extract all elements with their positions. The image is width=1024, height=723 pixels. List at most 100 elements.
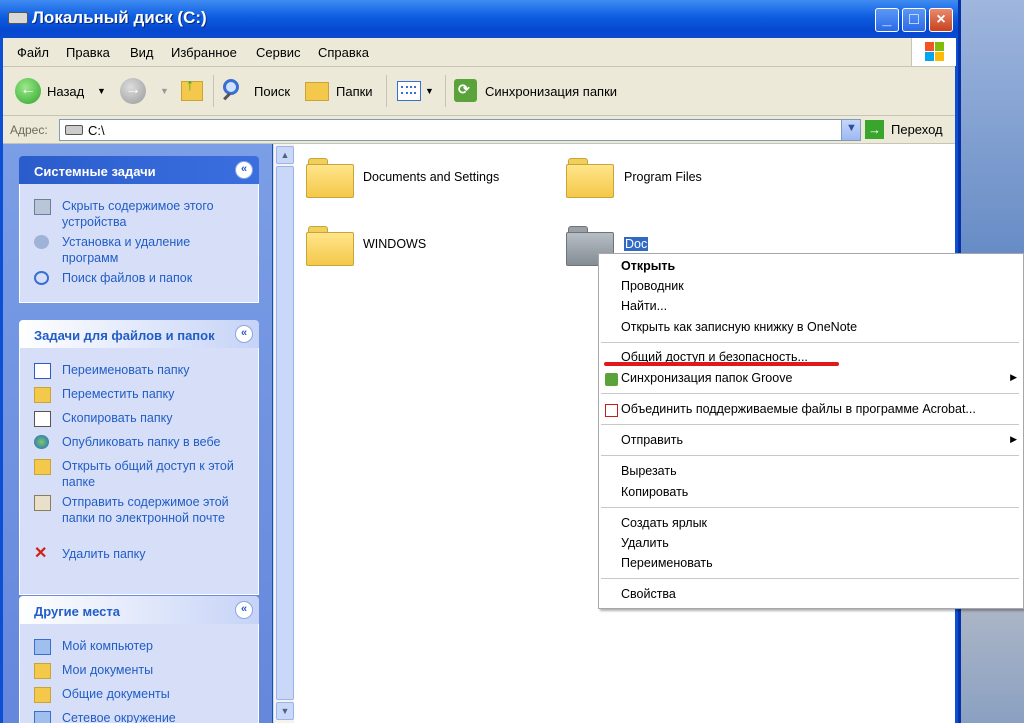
file-tasks-body: Переименовать папку Переместить папку Ск… (19, 348, 259, 595)
folder-doc[interactable]: Doc (624, 237, 649, 251)
menu-cut[interactable]: Вырезать (621, 464, 677, 478)
menu-tools[interactable]: Сервис (256, 45, 301, 60)
menu-create-shortcut[interactable]: Создать ярлык (621, 516, 707, 530)
window-title: Локальный диск (C:) (32, 8, 207, 27)
chevron-down-icon: ▼ (846, 122, 857, 134)
minimize-icon: _ (882, 11, 892, 28)
forward-button[interactable]: → ▼ (120, 77, 170, 105)
other-places-header[interactable]: Другие места « (19, 596, 259, 624)
delete-x-icon: ✕ (34, 545, 48, 562)
folder-icon[interactable] (306, 224, 354, 266)
menu-open-onenote[interactable]: Открыть как записную книжку в OneNote (621, 320, 857, 334)
drive-icon (65, 125, 83, 135)
folder-program-files[interactable]: Program Files (624, 170, 702, 184)
collapse-icon[interactable]: « (235, 325, 253, 343)
menu-find[interactable]: Найти... (621, 299, 667, 313)
menu-properties[interactable]: Свойства (621, 587, 676, 601)
task-pane: Системные задачи « Скрыть содержимое это… (3, 144, 272, 723)
title-bar[interactable]: Локальный диск (C:) _ □ × (0, 0, 958, 38)
network-icon (34, 711, 51, 723)
acrobat-icon (605, 404, 618, 417)
back-label: Назад (47, 84, 85, 99)
system-tasks-panel: Системные задачи « Скрыть содержимое это… (19, 156, 259, 303)
folder-windows[interactable]: WINDOWS (363, 237, 426, 251)
groove-icon (605, 373, 618, 386)
panel-title: Системные задачи (34, 164, 156, 179)
menu-favorites[interactable]: Избранное (171, 45, 237, 60)
red-underline-annotation (604, 362, 839, 366)
other-places-body: Мой компьютер Мои документы Общие докуме… (19, 624, 259, 723)
hide-contents-icon (34, 199, 51, 215)
folder-documents-and-settings[interactable]: Documents and Settings (363, 170, 499, 184)
scroll-down-button[interactable]: ▼ (276, 702, 294, 720)
forward-dropdown-icon[interactable]: ▼ (160, 86, 169, 96)
collapse-icon[interactable]: « (235, 601, 253, 619)
search-label: Поиск (254, 84, 291, 99)
menu-help[interactable]: Справка (318, 45, 369, 60)
shared-folder-icon (34, 687, 51, 703)
collapse-icon[interactable]: « (235, 161, 253, 179)
scroll-thumb[interactable] (276, 166, 294, 700)
system-tasks-header[interactable]: Системные задачи « (19, 156, 259, 184)
sync-label: Синхронизация папки (485, 84, 618, 99)
menu-delete[interactable]: Удалить (621, 536, 669, 550)
folder-icon[interactable] (566, 156, 614, 198)
back-arrow-icon: ← (15, 78, 41, 104)
rename-icon (34, 363, 51, 379)
views-dropdown-icon: ▼ (425, 86, 434, 96)
menu-view[interactable]: Вид (130, 45, 154, 60)
globe-icon (34, 435, 49, 449)
menu-acrobat-combine[interactable]: Объединить поддерживаемые файлы в програ… (621, 402, 976, 416)
close-button[interactable]: × (929, 8, 953, 32)
context-menu: Открыть Проводник Найти... Открыть как з… (598, 253, 1024, 609)
menu-groove-sync[interactable]: Синхронизация папок Groove (621, 371, 792, 385)
menu-explorer[interactable]: Проводник (621, 279, 684, 293)
go-button[interactable]: → Переход (865, 119, 949, 140)
windows-logo-icon (911, 38, 956, 66)
task-pane-scrollbar[interactable]: ▲ ▼ (273, 144, 294, 723)
folders-button[interactable]: Папки (303, 77, 378, 105)
address-dropdown-button[interactable]: ▼ (841, 120, 860, 140)
search-button[interactable]: Поиск (221, 77, 293, 105)
address-value: C:\ (88, 123, 105, 138)
close-icon: × (936, 11, 946, 28)
scroll-up-button[interactable]: ▲ (276, 146, 294, 164)
address-label: Адрес: (10, 123, 48, 137)
drive-icon (8, 12, 28, 24)
file-tasks-panel: Задачи для файлов и папок « Переименоват… (19, 320, 259, 595)
menu-send-to[interactable]: Отправить (621, 433, 683, 447)
panel-title: Задачи для файлов и папок (34, 328, 215, 343)
views-icon (397, 81, 421, 101)
forward-arrow-icon: → (120, 78, 146, 104)
maximize-button[interactable]: □ (902, 8, 926, 32)
go-label: Переход (891, 122, 943, 137)
email-icon (34, 495, 51, 511)
menu-open[interactable]: Открыть (621, 259, 675, 273)
submenu-arrow-icon: ▶ (1010, 434, 1017, 444)
menu-rename[interactable]: Переименовать (621, 556, 713, 570)
folder-icon[interactable] (306, 156, 354, 198)
other-places-panel: Другие места « Мой компьютер Мои докумен… (19, 596, 259, 723)
up-folder-button[interactable]: ↑ (179, 77, 207, 105)
back-button[interactable]: ← Назад ▼ (13, 77, 108, 105)
documents-folder-icon (34, 663, 51, 679)
toolbar: ← Назад ▼ → ▼ ↑ Поиск Папки ▼ ⟳ Синхрони… (3, 67, 955, 116)
views-button[interactable]: ▼ (395, 77, 440, 105)
folders-icon (305, 82, 329, 101)
menu-copy[interactable]: Копировать (621, 485, 688, 499)
back-dropdown-icon[interactable]: ▼ (97, 86, 106, 96)
go-arrow-icon: → (865, 120, 884, 139)
menu-file[interactable]: Файл (17, 45, 49, 60)
file-tasks-header[interactable]: Задачи для файлов и папок « (19, 320, 259, 348)
sync-folder-button[interactable]: ⟳ Синхронизация папки (452, 77, 627, 105)
search-icon (34, 271, 49, 285)
submenu-arrow-icon: ▶ (1010, 372, 1017, 382)
copy-icon (34, 411, 51, 427)
address-input[interactable]: C:\ ▼ (59, 119, 861, 141)
minimize-button[interactable]: _ (875, 8, 899, 32)
share-folder-icon (34, 459, 51, 475)
sync-icon: ⟳ (454, 79, 477, 102)
address-bar: Адрес: C:\ ▼ → Переход (3, 116, 955, 144)
menu-edit[interactable]: Правка (66, 45, 110, 60)
panel-title: Другие места (34, 604, 121, 619)
